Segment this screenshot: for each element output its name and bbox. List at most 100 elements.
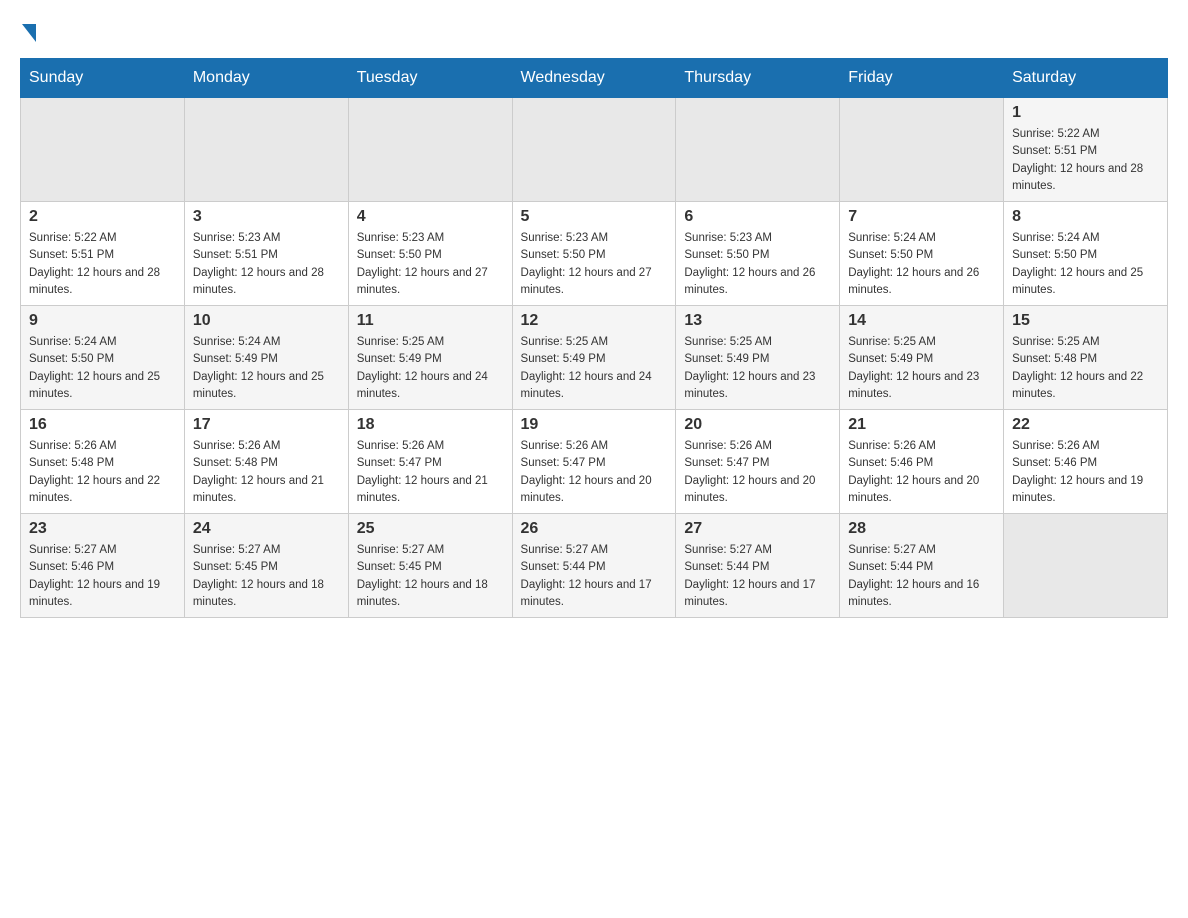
page-header: [20, 20, 1168, 38]
day-info: Sunrise: 5:22 AMSunset: 5:51 PMDaylight:…: [29, 230, 176, 299]
calendar-cell: 9 Sunrise: 5:24 AMSunset: 5:50 PMDaylight…: [21, 306, 185, 410]
calendar-cell: 23Sunrise: 5:27 AMSunset: 5:46 PMDayligh…: [21, 514, 185, 618]
day-number: 23: [29, 520, 176, 538]
calendar-cell: [1004, 514, 1168, 618]
day-info: Sunrise: 5:23 AMSunset: 5:50 PMDaylight:…: [357, 230, 504, 299]
weekday-header-wednesday: Wednesday: [512, 59, 676, 98]
logo-arrow-icon: [22, 24, 36, 42]
calendar-week-row: 9 Sunrise: 5:24 AMSunset: 5:50 PMDaylight…: [21, 306, 1168, 410]
day-number: 5: [521, 208, 668, 226]
day-info: Sunrise: 5:25 AMSunset: 5:49 PMDaylight:…: [357, 334, 504, 403]
calendar-week-row: 16 Sunrise: 5:26 AMSunset: 5:48 PMDayligh…: [21, 410, 1168, 514]
weekday-header-saturday: Saturday: [1004, 59, 1168, 98]
calendar-cell: 17 Sunrise: 5:26 AMSunset: 5:48 PMDayligh…: [184, 410, 348, 514]
day-number: 6: [684, 208, 831, 226]
day-info: Sunrise: 5:23 AMSunset: 5:50 PMDaylight:…: [521, 230, 668, 299]
weekday-header-tuesday: Tuesday: [348, 59, 512, 98]
day-info: Sunrise: 5:24 AMSunset: 5:50 PMDaylight:…: [29, 334, 176, 403]
calendar-cell: [21, 98, 185, 202]
calendar-cell: [676, 98, 840, 202]
day-number: 26: [521, 520, 668, 538]
weekday-header-row: SundayMondayTuesdayWednesdayThursdayFrid…: [21, 59, 1168, 98]
day-number: 17: [193, 416, 340, 434]
day-number: 12: [521, 312, 668, 330]
day-number: 28: [848, 520, 995, 538]
calendar-cell: 19 Sunrise: 5:26 AMSunset: 5:47 PMDayligh…: [512, 410, 676, 514]
calendar-cell: [840, 98, 1004, 202]
day-info: Sunrise: 5:26 AMSunset: 5:47 PMDaylight:…: [521, 438, 668, 507]
calendar-cell: [512, 98, 676, 202]
calendar-cell: 5 Sunrise: 5:23 AMSunset: 5:50 PMDaylight…: [512, 202, 676, 306]
calendar-week-row: 23Sunrise: 5:27 AMSunset: 5:46 PMDayligh…: [21, 514, 1168, 618]
day-info: Sunrise: 5:24 AMSunset: 5:49 PMDaylight:…: [193, 334, 340, 403]
calendar-cell: [184, 98, 348, 202]
day-info: Sunrise: 5:25 AMSunset: 5:49 PMDaylight:…: [848, 334, 995, 403]
calendar-cell: 15 Sunrise: 5:25 AMSunset: 5:48 PMDayligh…: [1004, 306, 1168, 410]
day-number: 3: [193, 208, 340, 226]
calendar-cell: 24 Sunrise: 5:27 AMSunset: 5:45 PMDayligh…: [184, 514, 348, 618]
calendar-cell: 25 Sunrise: 5:27 AMSunset: 5:45 PMDayligh…: [348, 514, 512, 618]
calendar-cell: [348, 98, 512, 202]
weekday-header-thursday: Thursday: [676, 59, 840, 98]
day-info: Sunrise: 5:27 AMSunset: 5:45 PMDaylight:…: [193, 542, 340, 611]
weekday-header-friday: Friday: [840, 59, 1004, 98]
day-number: 15: [1012, 312, 1159, 330]
weekday-header-sunday: Sunday: [21, 59, 185, 98]
day-info: Sunrise: 5:26 AMSunset: 5:48 PMDaylight:…: [29, 438, 176, 507]
weekday-header-monday: Monday: [184, 59, 348, 98]
calendar-cell: 16 Sunrise: 5:26 AMSunset: 5:48 PMDayligh…: [21, 410, 185, 514]
calendar-cell: 11 Sunrise: 5:25 AMSunset: 5:49 PMDayligh…: [348, 306, 512, 410]
day-number: 20: [684, 416, 831, 434]
day-number: 14: [848, 312, 995, 330]
calendar-cell: 21 Sunrise: 5:26 AMSunset: 5:46 PMDayligh…: [840, 410, 1004, 514]
calendar-cell: 3 Sunrise: 5:23 AMSunset: 5:51 PMDaylight…: [184, 202, 348, 306]
day-info: Sunrise: 5:27 AMSunset: 5:45 PMDaylight:…: [357, 542, 504, 611]
day-info: Sunrise: 5:24 AMSunset: 5:50 PMDaylight:…: [848, 230, 995, 299]
day-number: 24: [193, 520, 340, 538]
day-info: Sunrise: 5:23 AMSunset: 5:50 PMDaylight:…: [684, 230, 831, 299]
calendar-cell: 4 Sunrise: 5:23 AMSunset: 5:50 PMDaylight…: [348, 202, 512, 306]
calendar-cell: 14 Sunrise: 5:25 AMSunset: 5:49 PMDayligh…: [840, 306, 1004, 410]
day-number: 9: [29, 312, 176, 330]
day-number: 22: [1012, 416, 1159, 434]
calendar-cell: 27 Sunrise: 5:27 AMSunset: 5:44 PMDayligh…: [676, 514, 840, 618]
day-info: Sunrise: 5:26 AMSunset: 5:46 PMDaylight:…: [848, 438, 995, 507]
calendar-cell: 6 Sunrise: 5:23 AMSunset: 5:50 PMDaylight…: [676, 202, 840, 306]
day-number: 18: [357, 416, 504, 434]
day-number: 2: [29, 208, 176, 226]
day-info: Sunrise: 5:26 AMSunset: 5:48 PMDaylight:…: [193, 438, 340, 507]
day-info: Sunrise: 5:26 AMSunset: 5:47 PMDaylight:…: [357, 438, 504, 507]
calendar-cell: 13 Sunrise: 5:25 AMSunset: 5:49 PMDayligh…: [676, 306, 840, 410]
day-number: 10: [193, 312, 340, 330]
calendar-cell: 20Sunrise: 5:26 AMSunset: 5:47 PMDayligh…: [676, 410, 840, 514]
day-info: Sunrise: 5:22 AMSunset: 5:51 PMDaylight:…: [1012, 126, 1159, 195]
day-number: 4: [357, 208, 504, 226]
day-info: Sunrise: 5:25 AMSunset: 5:49 PMDaylight:…: [521, 334, 668, 403]
calendar-cell: 7 Sunrise: 5:24 AMSunset: 5:50 PMDaylight…: [840, 202, 1004, 306]
calendar-cell: 26 Sunrise: 5:27 AMSunset: 5:44 PMDayligh…: [512, 514, 676, 618]
day-info: Sunrise: 5:25 AMSunset: 5:49 PMDaylight:…: [684, 334, 831, 403]
calendar-cell: 28 Sunrise: 5:27 AMSunset: 5:44 PMDayligh…: [840, 514, 1004, 618]
day-info: Sunrise: 5:27 AMSunset: 5:44 PMDaylight:…: [848, 542, 995, 611]
day-number: 11: [357, 312, 504, 330]
day-info: Sunrise: 5:25 AMSunset: 5:48 PMDaylight:…: [1012, 334, 1159, 403]
day-number: 1: [1012, 104, 1159, 122]
day-number: 25: [357, 520, 504, 538]
calendar-week-row: 2 Sunrise: 5:22 AMSunset: 5:51 PMDaylight…: [21, 202, 1168, 306]
day-number: 19: [521, 416, 668, 434]
calendar-cell: 22Sunrise: 5:26 AMSunset: 5:46 PMDayligh…: [1004, 410, 1168, 514]
day-number: 21: [848, 416, 995, 434]
calendar-cell: 18 Sunrise: 5:26 AMSunset: 5:47 PMDayligh…: [348, 410, 512, 514]
day-number: 7: [848, 208, 995, 226]
day-number: 8: [1012, 208, 1159, 226]
day-number: 13: [684, 312, 831, 330]
calendar-table: SundayMondayTuesdayWednesdayThursdayFrid…: [20, 58, 1168, 618]
calendar-week-row: 1 Sunrise: 5:22 AMSunset: 5:51 PMDaylight…: [21, 98, 1168, 202]
day-info: Sunrise: 5:27 AMSunset: 5:44 PMDaylight:…: [521, 542, 668, 611]
day-number: 27: [684, 520, 831, 538]
day-info: Sunrise: 5:23 AMSunset: 5:51 PMDaylight:…: [193, 230, 340, 299]
logo-general-text: [20, 20, 36, 42]
day-info: Sunrise: 5:24 AMSunset: 5:50 PMDaylight:…: [1012, 230, 1159, 299]
day-info: Sunrise: 5:27 AMSunset: 5:44 PMDaylight:…: [684, 542, 831, 611]
day-number: 16: [29, 416, 176, 434]
